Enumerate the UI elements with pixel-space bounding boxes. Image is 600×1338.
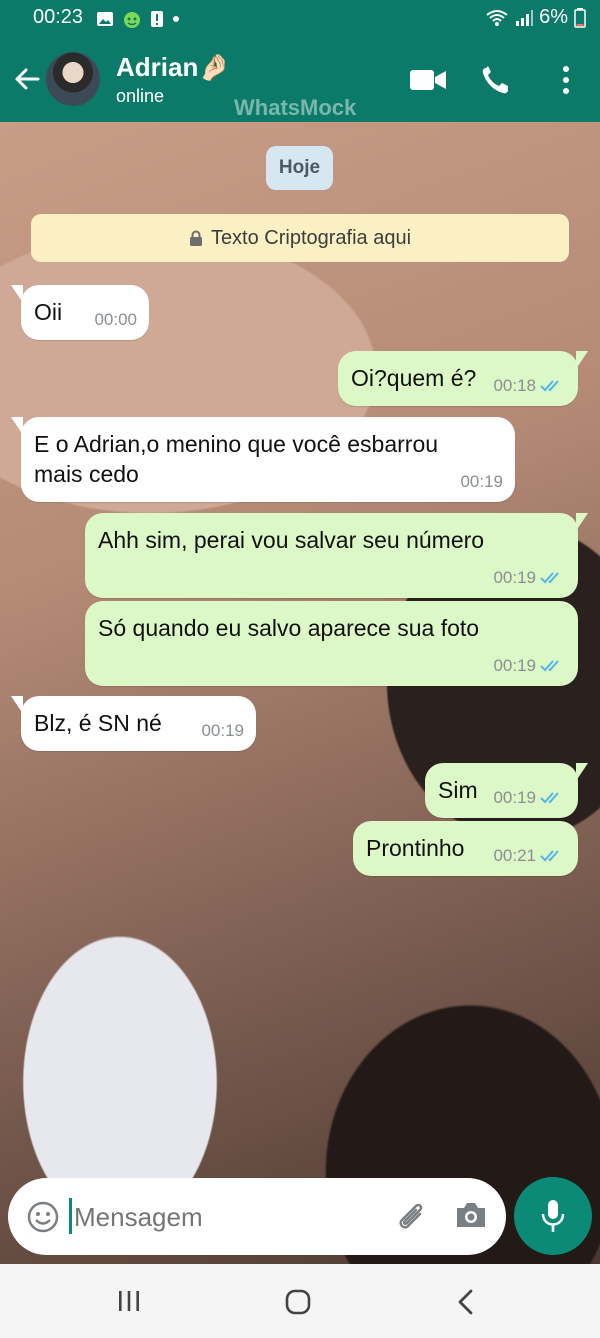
message-meta: 00:19 [493, 788, 566, 808]
wifi-icon [486, 9, 508, 26]
message-meta: 00:19 [201, 721, 244, 741]
video-call-icon[interactable] [408, 64, 448, 96]
message-meta: 00:19 [493, 568, 566, 588]
system-icons: 6% [485, 6, 586, 29]
message-time: 00:00 [94, 310, 137, 329]
contact-status: online [116, 86, 165, 106]
message-meta: 00:19 [460, 472, 503, 492]
back-nav-icon[interactable] [454, 1288, 478, 1316]
message-outgoing[interactable]: Prontinho 00:21 [353, 821, 578, 876]
message-text: Ahh sim, perai vou salvar seu número [98, 527, 485, 553]
contact-name[interactable]: Adrian🤌🏻 [116, 52, 231, 83]
message-meta: 00:21 [493, 846, 566, 866]
microphone-icon [541, 1200, 565, 1232]
message-line: E o Adrian,o menino que você esbarrou [34, 431, 439, 457]
notification-icons [96, 9, 180, 29]
day-badge: Hoje [266, 146, 333, 190]
contact-name-emoji: 🤌🏻 [198, 52, 231, 82]
system-navigation-bar [0, 1264, 600, 1338]
message-text: Só quando eu salvo aparece sua foto [98, 615, 480, 641]
status-bar: 00:23 6% [0, 0, 600, 36]
lock-icon [189, 230, 202, 246]
message-outgoing[interactable]: Só quando eu salvo aparece sua foto 00:1… [85, 601, 578, 686]
read-receipt-icon [540, 380, 559, 392]
signal-icon [516, 9, 534, 26]
message-time: 00:19 [493, 788, 536, 807]
voice-record-button[interactable] [514, 1177, 592, 1255]
message-incoming[interactable]: Oii 00:00 [11, 285, 149, 340]
battery-percent: 6% [539, 6, 568, 28]
dot-icon [173, 16, 179, 22]
message-input[interactable] [72, 1192, 376, 1242]
status-time: 00:23 [33, 6, 84, 28]
read-receipt-icon [540, 850, 559, 862]
emoji-notification-icon [124, 12, 140, 28]
home-icon[interactable] [284, 1288, 312, 1316]
read-receipt-icon [540, 660, 559, 672]
watermark: WhatsMock [234, 95, 357, 120]
message-time: 00:19 [201, 721, 244, 740]
message-text: Oii [34, 299, 63, 325]
message-time: 00:19 [493, 568, 536, 587]
message-time: 00:21 [493, 846, 536, 865]
contact-name-text: Adrian [116, 52, 199, 82]
voice-call-icon[interactable] [478, 64, 518, 96]
gallery-icon [97, 12, 113, 26]
message-outgoing[interactable]: Sim 00:19 [425, 763, 588, 818]
message-composer [8, 1178, 506, 1255]
encryption-notice-text: Texto Criptografia aqui [210, 226, 412, 249]
message-time: 00:19 [493, 656, 536, 675]
message-outgoing[interactable]: Ahh sim, perai vou salvar seu número 00:… [85, 513, 588, 598]
message-text: E o Adrian,o menino que você esbarrou ma… [34, 429, 438, 489]
alert-icon [151, 11, 163, 27]
read-receipt-icon [540, 572, 559, 584]
message-meta: 00:00 [94, 310, 137, 330]
encryption-notice[interactable]: Texto Criptografia aqui [31, 214, 569, 262]
more-options-icon[interactable] [546, 64, 586, 96]
message-text: Oi?quem é? [351, 365, 477, 391]
message-text: Prontinho [366, 835, 465, 861]
camera-icon[interactable] [454, 1198, 488, 1232]
message-meta: 00:19 [493, 656, 566, 676]
message-text: Sim [438, 777, 478, 803]
message-text: Blz, é SN né [34, 710, 162, 736]
back-arrow-icon[interactable] [10, 62, 44, 96]
message-time: 00:19 [460, 472, 503, 491]
contact-avatar[interactable] [46, 52, 100, 106]
message-line: mais cedo [34, 461, 139, 487]
message-incoming[interactable]: E o Adrian,o menino que você esbarrou ma… [11, 417, 515, 502]
emoji-icon[interactable] [26, 1200, 60, 1234]
attachment-icon[interactable] [392, 1198, 430, 1236]
message-outgoing[interactable]: Oi?quem é? 00:18 [338, 351, 588, 406]
battery-icon [574, 7, 586, 28]
message-incoming[interactable]: Blz, é SN né 00:19 [11, 696, 256, 751]
read-receipt-icon [540, 792, 559, 804]
message-meta: 00:18 [493, 376, 566, 396]
recent-apps-icon[interactable] [116, 1289, 142, 1313]
message-time: 00:18 [493, 376, 536, 395]
